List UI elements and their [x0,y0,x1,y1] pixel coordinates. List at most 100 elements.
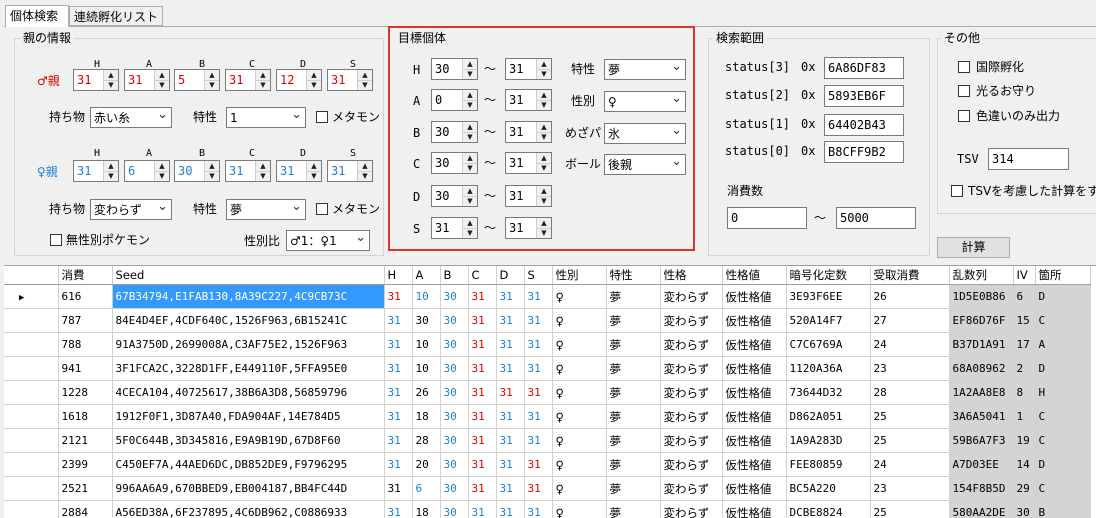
calculate-button[interactable]: 計算 [937,237,1010,258]
female-ditto-checkbox[interactable] [316,203,328,215]
target-min-c-buttons[interactable]: ▲▼ [462,153,477,173]
grid-col-header[interactable]: B [440,266,468,285]
target-min-h[interactable]: 30▲▼ [431,58,478,80]
target-max-a-buttons[interactable]: ▲▼ [536,90,551,110]
table-row[interactable]: 2884A56ED38A,6F237895,4C6DB962,C08869333… [4,501,1090,518]
spin-down-icon[interactable]: ▼ [463,196,477,206]
table-row[interactable]: 9413F1FCA2C,3228D1FF,E449110F,5FFA95E031… [4,357,1090,381]
spin-down-icon[interactable]: ▼ [463,132,477,142]
target-min-h-buttons[interactable]: ▲▼ [462,59,477,79]
spin-down-icon[interactable]: ▼ [537,69,551,79]
spin-down-icon[interactable]: ▼ [537,163,551,173]
tab-continuous-hatch-list[interactable]: 連続孵化リスト [69,6,163,26]
female-item-select[interactable]: 変わらず⌄ [90,199,172,220]
male-iv-4-buttons[interactable]: ▲▼ [306,70,321,90]
row-header[interactable] [4,357,58,381]
target-min-b[interactable]: 30▲▼ [431,121,478,143]
consume-from-input[interactable]: 0 [727,207,807,229]
female-iv-4[interactable]: 31▲▼ [276,160,322,182]
grid-col-header[interactable]: A [412,266,440,285]
shiny-charm-checkbox[interactable] [958,85,970,97]
male-iv-4[interactable]: 12▲▼ [276,69,322,91]
target-max-h[interactable]: 31▲▼ [505,58,552,80]
spin-down-icon[interactable]: ▼ [537,100,551,110]
male-iv-1-buttons[interactable]: ▲▼ [154,70,169,90]
spin-down-icon[interactable]: ▼ [205,80,219,90]
male-iv-2[interactable]: 5▲▼ [174,69,220,91]
female-iv-3[interactable]: 31▲▼ [225,160,271,182]
spin-down-icon[interactable]: ▼ [205,171,219,181]
results-grid[interactable]: 消費SeedHABCDS性別特性性格性格値暗号化定数受取消費乱数列IV箇所 ▶6… [4,265,1096,518]
spin-down-icon[interactable]: ▼ [463,100,477,110]
female-iv-4-buttons[interactable]: ▲▼ [306,161,321,181]
target-min-a[interactable]: 0▲▼ [431,89,478,111]
target-max-b[interactable]: 31▲▼ [505,121,552,143]
target-max-c[interactable]: 31▲▼ [505,152,552,174]
target-min-d[interactable]: 30▲▼ [431,185,478,207]
target-max-c-buttons[interactable]: ▲▼ [536,153,551,173]
grid-col-header[interactable]: 箇所 [1035,266,1090,285]
spin-down-icon[interactable]: ▼ [537,228,551,238]
grid-col-header[interactable]: 暗号化定数 [786,266,870,285]
female-iv-5-buttons[interactable]: ▲▼ [357,161,372,181]
male-iv-2-buttons[interactable]: ▲▼ [204,70,219,90]
table-row[interactable]: 78891A3750D,2699008A,C3AF75E2,1526F96331… [4,333,1090,357]
target-min-s-buttons[interactable]: ▲▼ [462,218,477,238]
female-ability-select[interactable]: 夢⌄ [226,199,306,220]
target-max-d[interactable]: 31▲▼ [505,185,552,207]
male-ditto-checkbox[interactable] [316,111,328,123]
target-min-s[interactable]: 31▲▼ [431,217,478,239]
female-iv-0[interactable]: 31▲▼ [73,160,119,182]
target-max-b-buttons[interactable]: ▲▼ [536,122,551,142]
gender-ratio-select[interactable]: ♂1：♀1⌄ [286,230,370,251]
target-min-a-buttons[interactable]: ▲▼ [462,90,477,110]
male-iv-3-buttons[interactable]: ▲▼ [255,70,270,90]
spin-down-icon[interactable]: ▼ [256,171,270,181]
spin-down-icon[interactable]: ▼ [537,132,551,142]
table-row[interactable]: 16181912F0F1,3D87A40,FDA904AF,14E784D531… [4,405,1090,429]
table-row[interactable]: 21215F0C644B,3D345816,E9A9B19D,67D8F6031… [4,429,1090,453]
male-iv-0-buttons[interactable]: ▲▼ [103,70,118,90]
tab-individual-search[interactable]: 個体検索 [5,5,69,27]
status-0-input[interactable]: 6A86DF83 [824,57,904,79]
female-iv-2-buttons[interactable]: ▲▼ [204,161,219,181]
table-row[interactable]: 78784E4D4EF,4CDF640C,1526F963,6B15241C31… [4,309,1090,333]
grid-col-header[interactable]: 消費 [58,266,112,285]
grid-col-header[interactable]: 性格値 [722,266,786,285]
grid-col-header[interactable]: H [384,266,412,285]
consume-to-input[interactable]: 5000 [836,207,916,229]
target-max-a[interactable]: 31▲▼ [505,89,552,111]
spin-down-icon[interactable]: ▼ [307,80,321,90]
grid-col-header[interactable]: C [468,266,496,285]
grid-col-header[interactable]: 受取消費 [870,266,949,285]
shiny-only-checkbox[interactable] [958,110,970,122]
male-iv-3[interactable]: 31▲▼ [225,69,271,91]
row-header[interactable] [4,309,58,333]
grid-col-header[interactable]: IV [1013,266,1035,285]
female-iv-5[interactable]: 31▲▼ [327,160,373,182]
target-max-s[interactable]: 31▲▼ [505,217,552,239]
row-header[interactable] [4,453,58,477]
spin-down-icon[interactable]: ▼ [537,196,551,206]
status-2-input[interactable]: 64402B43 [824,114,904,136]
tsv-consider-checkbox[interactable] [951,185,963,197]
target-min-d-buttons[interactable]: ▲▼ [462,186,477,206]
spin-down-icon[interactable]: ▼ [358,80,372,90]
target-ability-select[interactable]: 夢⌄ [604,59,686,80]
international-checkbox[interactable] [958,61,970,73]
spin-down-icon[interactable]: ▼ [463,163,477,173]
male-ability-select[interactable]: 1⌄ [226,107,306,128]
spin-down-icon[interactable]: ▼ [104,171,118,181]
status-3-input[interactable]: B8CFF9B2 [824,141,904,163]
male-iv-1[interactable]: 31▲▼ [124,69,170,91]
spin-down-icon[interactable]: ▼ [463,69,477,79]
target-max-h-buttons[interactable]: ▲▼ [536,59,551,79]
table-row[interactable]: 2399C450EF7A,44AED6DC,DB852DE9,F97962953… [4,453,1090,477]
spin-down-icon[interactable]: ▼ [256,80,270,90]
grid-col-header[interactable]: Seed [112,266,384,285]
table-row[interactable]: 2521996AA6A9,670BBED9,EB004187,BB4FC44D3… [4,477,1090,501]
row-header[interactable] [4,477,58,501]
male-iv-0[interactable]: 31▲▼ [73,69,119,91]
female-iv-2[interactable]: 30▲▼ [174,160,220,182]
male-iv-5-buttons[interactable]: ▲▼ [357,70,372,90]
